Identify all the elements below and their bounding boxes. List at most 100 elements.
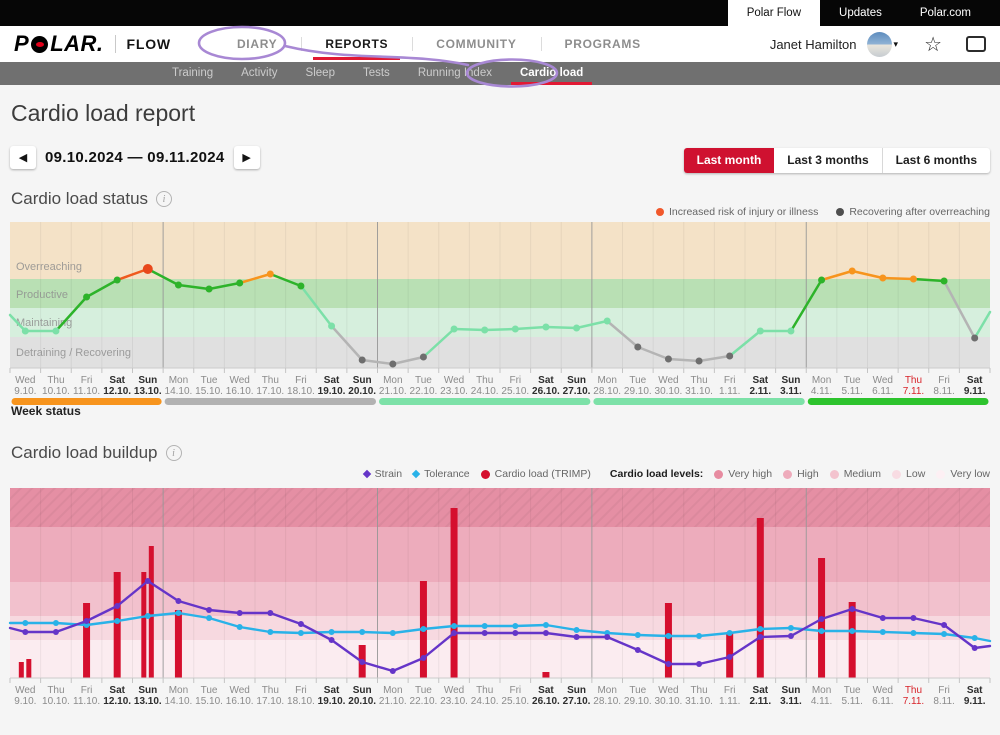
trimp-bar[interactable] — [114, 572, 121, 678]
trimp-bar[interactable] — [849, 602, 856, 678]
svg-text:Tue: Tue — [629, 375, 646, 386]
svg-text:13.10.: 13.10. — [134, 386, 162, 397]
trimp-bar[interactable] — [542, 672, 549, 678]
favorites-star-icon[interactable]: ☆ — [924, 32, 942, 57]
menu-item-programs[interactable]: PROGRAMS — [541, 26, 665, 62]
strain-dot — [482, 630, 488, 636]
week-status-segment[interactable] — [808, 398, 989, 405]
legend-dot-icon — [481, 470, 490, 479]
legend-dot-icon — [836, 208, 844, 216]
svg-text:27.10.: 27.10. — [563, 386, 591, 397]
cardio-load-buildup-chart[interactable]: Wed9.10.Thu10.10.Fri11.10.Sat12.10.Sun13… — [0, 485, 1000, 711]
subnav-item-tests[interactable]: Tests — [349, 62, 404, 85]
svg-text:Sat: Sat — [324, 375, 340, 386]
strain-dot — [757, 634, 763, 640]
time-range-buttons: Last monthLast 3 monthsLast 6 months — [684, 148, 990, 173]
svg-text:Sat: Sat — [324, 685, 340, 696]
svg-text:Tue: Tue — [844, 375, 861, 386]
legend-item: Low — [892, 468, 925, 480]
svg-text:30.10.: 30.10. — [655, 386, 683, 397]
svg-text:Mon: Mon — [169, 375, 188, 386]
trimp-bar[interactable] — [26, 659, 31, 678]
week-status-segment[interactable] — [379, 398, 590, 405]
menu-item-community[interactable]: COMMUNITY — [412, 26, 540, 62]
svg-text:1.11.: 1.11. — [719, 386, 741, 397]
range-button-last-6-months[interactable]: Last 6 months — [882, 148, 990, 173]
svg-text:Wed: Wed — [15, 375, 35, 386]
subnav-item-running-index[interactable]: Running Index — [404, 62, 506, 85]
svg-text:14.10.: 14.10. — [165, 696, 193, 707]
subnav-item-sleep[interactable]: Sleep — [292, 62, 349, 85]
svg-text:6.11.: 6.11. — [872, 386, 894, 397]
tolerance-dot — [574, 627, 580, 633]
menu-item-reports[interactable]: REPORTS — [301, 26, 412, 62]
site-tab-updates[interactable]: Updates — [820, 0, 901, 26]
range-button-last-3-months[interactable]: Last 3 months — [774, 148, 881, 173]
user-name[interactable]: Janet Hamilton — [770, 37, 857, 52]
svg-text:Thu: Thu — [690, 375, 707, 386]
svg-text:16.10.: 16.10. — [226, 696, 254, 707]
status-dot — [818, 277, 825, 284]
week-status-segment[interactable] — [593, 398, 804, 405]
strain-dot — [696, 661, 702, 667]
subnav-item-training[interactable]: Training — [158, 62, 227, 85]
tolerance-dot — [849, 628, 855, 634]
strain-dot — [849, 606, 855, 612]
site-tab-polar-flow[interactable]: Polar Flow — [728, 0, 820, 26]
strain-dot — [420, 655, 426, 661]
user-avatar[interactable] — [867, 32, 892, 57]
svg-text:Sun: Sun — [353, 685, 372, 696]
svg-text:Sat: Sat — [753, 685, 769, 696]
menu-item-diary[interactable]: DIARY — [213, 26, 301, 62]
svg-text:7.11.: 7.11. — [903, 386, 925, 397]
svg-text:26.10.: 26.10. — [532, 696, 560, 707]
svg-text:Wed: Wed — [15, 685, 35, 696]
svg-text:Wed: Wed — [444, 375, 464, 386]
tolerance-dot — [206, 615, 212, 621]
tolerance-dot — [359, 629, 365, 635]
subnav-item-activity[interactable]: Activity — [227, 62, 291, 85]
legend-label: Very low — [950, 468, 990, 480]
subnav-item-cardio-load[interactable]: Cardio load — [506, 62, 597, 85]
feedback-chat-icon[interactable] — [966, 36, 986, 52]
prev-period-button[interactable]: ◀ — [10, 146, 36, 169]
strain-dot — [819, 616, 825, 622]
svg-text:17.10.: 17.10. — [256, 386, 284, 397]
svg-text:Fri: Fri — [81, 375, 93, 386]
trimp-bar[interactable] — [451, 508, 458, 678]
status-dot — [114, 277, 121, 284]
trimp-bar[interactable] — [83, 603, 90, 678]
range-button-last-month[interactable]: Last month — [684, 148, 775, 173]
legend-dot-icon — [830, 470, 839, 479]
trimp-bar[interactable] — [19, 662, 24, 678]
trimp-bar[interactable] — [149, 546, 154, 678]
svg-text:Sat: Sat — [753, 375, 769, 386]
legend-label: High — [797, 468, 819, 480]
site-tab-polar-com[interactable]: Polar.com — [901, 0, 990, 26]
trimp-bar[interactable] — [757, 518, 764, 678]
next-period-button[interactable]: ▶ — [234, 146, 260, 169]
trimp-bar[interactable] — [141, 572, 146, 678]
status-dot — [389, 361, 396, 368]
legend-dot-icon — [936, 470, 945, 479]
info-icon[interactable]: i — [166, 445, 182, 461]
status-dot — [481, 327, 488, 334]
tolerance-dot — [114, 618, 120, 624]
svg-text:12.10.: 12.10. — [103, 386, 131, 397]
tolerance-dot — [329, 629, 335, 635]
strain-dot — [574, 634, 580, 640]
svg-text:Mon: Mon — [383, 685, 402, 696]
cardio-load-status-chart[interactable]: OverreachingProductiveMaintainingDetrain… — [0, 222, 1000, 422]
chevron-down-icon[interactable]: ▾ — [894, 39, 899, 50]
svg-text:24.10.: 24.10. — [471, 696, 499, 707]
week-status-segment[interactable] — [165, 398, 376, 405]
status-dot — [634, 344, 641, 351]
info-icon[interactable]: i — [156, 191, 172, 207]
polar-logo[interactable]: PLAR. — [14, 31, 104, 57]
trimp-bar[interactable] — [175, 610, 182, 678]
buildup-heading-text: Cardio load buildup — [11, 443, 158, 463]
svg-text:6.11.: 6.11. — [872, 696, 894, 707]
tolerance-dot — [788, 625, 794, 631]
svg-text:Thu: Thu — [262, 375, 279, 386]
strain-dot — [727, 654, 733, 660]
